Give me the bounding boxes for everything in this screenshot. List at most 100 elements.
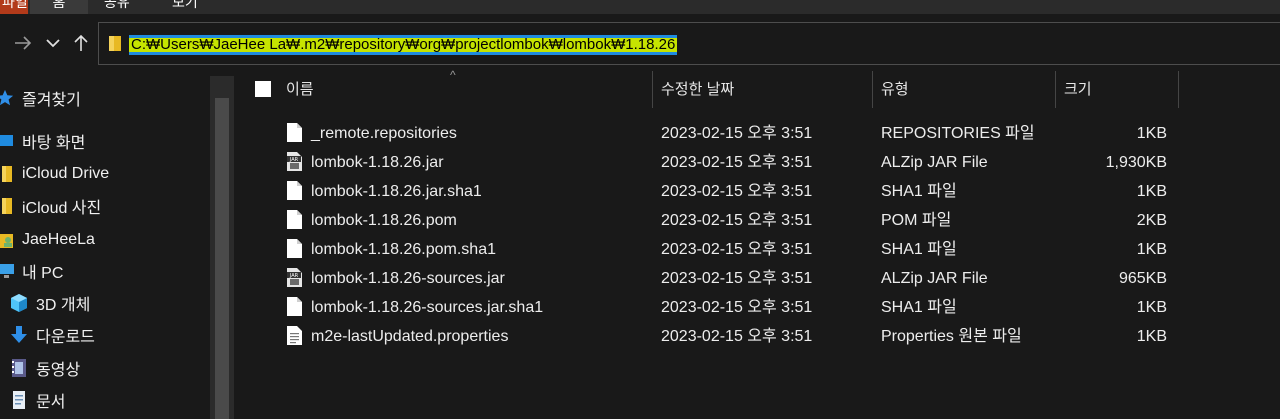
file-row[interactable]: m2e-lastUpdated.properties 2023-02-15 오후… (234, 322, 1280, 351)
file-name: lombok-1.18.26.pom.sha1 (311, 241, 496, 258)
sidebar-item-label: 동영상 (36, 362, 81, 379)
address-bar[interactable]: C:₩Users₩JaeHee La₩.m2₩repository₩org₩pr… (98, 22, 1280, 65)
up-button[interactable] (70, 32, 92, 54)
file-row[interactable]: lombok-1.18.26.pom.sha1 2023-02-15 오후 3:… (234, 235, 1280, 264)
address-path[interactable]: C:₩Users₩JaeHee La₩.m2₩repository₩org₩pr… (129, 35, 678, 55)
sidebar-item-downloads[interactable]: 다운로드 (8, 320, 95, 350)
column-header-size[interactable]: 크기 (1056, 76, 1178, 106)
file-name: lombok-1.18.26-sources.jar.sha1 (311, 299, 544, 316)
file-type: Properties 원본 파일 (881, 328, 1022, 345)
video-icon (8, 357, 30, 379)
star-icon (0, 87, 16, 109)
arrow-up-icon (74, 34, 88, 51)
file-size: 1KB (1136, 125, 1167, 142)
folder-icon (0, 163, 16, 185)
file-rows: _remote.repositories 2023-02-15 오후 3:51 … (234, 119, 1280, 351)
file-name: lombok-1.18.26.pom (311, 212, 457, 229)
blank-file-icon (287, 297, 302, 316)
file-list: ^ 이름 수정한 날짜 유형 크기 _remote.repositories 2… (234, 68, 1280, 419)
file-date: 2023-02-15 오후 3:51 (661, 328, 813, 345)
file-date: 2023-02-15 오후 3:51 (661, 125, 813, 142)
file-type: SHA1 파일 (881, 241, 957, 258)
chevron-down-icon (46, 39, 60, 48)
sidebar-item-label: 즐겨찾기 (22, 92, 81, 109)
file-name: lombok-1.18.26.jar (311, 154, 444, 171)
desktop-icon (0, 130, 16, 152)
file-type: SHA1 파일 (881, 183, 957, 200)
file-name: lombok-1.18.26.jar.sha1 (311, 183, 482, 200)
tab-share[interactable]: 공유 (104, 0, 130, 12)
file-row[interactable]: lombok-1.18.26-sources.jar.sha1 2023-02-… (234, 293, 1280, 322)
file-type: SHA1 파일 (881, 299, 957, 316)
sidebar-scrollbar[interactable] (210, 76, 234, 419)
file-size: 1KB (1136, 241, 1167, 258)
column-header-type[interactable]: 유형 (873, 76, 1055, 106)
sidebar-item-icloud-photos[interactable]: iCloud 사진 (0, 191, 101, 221)
column-divider[interactable] (1178, 71, 1179, 108)
file-size: 1,930KB (1105, 154, 1167, 171)
file-date: 2023-02-15 오후 3:51 (661, 154, 813, 171)
file-size: 1KB (1136, 328, 1167, 345)
file-size: 1KB (1136, 183, 1167, 200)
file-type: POM 파일 (881, 212, 952, 229)
file-type: ALZip JAR File (881, 270, 988, 287)
file-date: 2023-02-15 오후 3:51 (661, 299, 813, 316)
file-date: 2023-02-15 오후 3:51 (661, 241, 813, 258)
ribbon-tabs: 파일 홈 공유 보기 (0, 0, 1280, 14)
sidebar-item-favorites[interactable]: 즐겨찾기 (0, 83, 81, 113)
sidebar-item-desktop[interactable]: 바탕 화면 (0, 126, 85, 156)
sidebar-item-label: 내 PC (22, 265, 64, 282)
sidebar-item-3d-objects[interactable]: 3D 개체 (8, 288, 90, 318)
file-type: ALZip JAR File (881, 154, 988, 171)
sidebar-item-label: 다운로드 (36, 329, 95, 346)
sidebar-item-label: 바탕 화면 (22, 135, 86, 152)
text-file-icon (287, 326, 302, 345)
file-size: 1KB (1136, 299, 1167, 316)
svg-text:JAR: JAR (289, 273, 299, 279)
svg-text:JAR: JAR (289, 157, 299, 163)
user-folder-icon (0, 229, 16, 251)
sidebar-item-jaeheela[interactable]: JaeHeeLa (0, 225, 95, 255)
file-row[interactable]: lombok-1.18.26.pom 2023-02-15 오후 3:51 PO… (234, 206, 1280, 235)
sidebar-item-videos[interactable]: 동영상 (8, 353, 80, 383)
sidebar-item-icloud-drive[interactable]: iCloud Drive (0, 159, 109, 189)
blank-file-icon (287, 123, 302, 142)
sidebar-item-documents[interactable]: 문서 (8, 385, 65, 415)
select-all-checkbox[interactable] (255, 81, 271, 97)
tab-file[interactable]: 파일 (0, 0, 28, 14)
column-header-row: ^ 이름 수정한 날짜 유형 크기 (234, 68, 1280, 108)
blank-file-icon (287, 210, 302, 229)
arrow-right-icon (15, 36, 32, 50)
sidebar-item-label: iCloud Drive (22, 165, 110, 182)
file-size: 965KB (1118, 270, 1167, 287)
file-name: _remote.repositories (311, 125, 457, 142)
sidebar-item-label: JaeHeeLa (22, 231, 95, 248)
sidebar-item-this-pc[interactable]: 내 PC (0, 256, 63, 286)
file-row[interactable]: lombok-1.18.26.jar.sha1 2023-02-15 오후 3:… (234, 177, 1280, 206)
file-name: m2e-lastUpdated.properties (311, 328, 509, 345)
tab-view[interactable]: 보기 (172, 0, 198, 12)
navigation-pane: 즐겨찾기 바탕 화면 iCloud Drive iCloud 사진 JaeHee… (0, 76, 210, 419)
sidebar-item-label: 3D 개체 (36, 297, 91, 314)
forward-button[interactable] (12, 32, 34, 54)
column-header-date[interactable]: 수정한 날짜 (653, 76, 871, 106)
navigation-bar: C:₩Users₩JaeHee La₩.m2₩repository₩org₩pr… (0, 14, 1280, 76)
tab-home[interactable]: 홈 (30, 0, 88, 14)
file-row[interactable]: JAR lombok-1.18.26-sources.jar 2023-02-1… (234, 264, 1280, 293)
file-date: 2023-02-15 오후 3:51 (661, 183, 813, 200)
folder-icon (0, 195, 16, 217)
download-icon (8, 324, 30, 346)
cube-icon (8, 292, 30, 314)
scrollbar-thumb[interactable] (215, 98, 229, 419)
computer-icon (0, 260, 16, 282)
file-row[interactable]: JAR lombok-1.18.26.jar 2023-02-15 오후 3:5… (234, 148, 1280, 177)
jar-file-icon: JAR (287, 152, 302, 171)
recent-locations-button[interactable] (42, 32, 64, 54)
blank-file-icon (287, 181, 302, 200)
file-row[interactable]: _remote.repositories 2023-02-15 오후 3:51 … (234, 119, 1280, 148)
file-date: 2023-02-15 오후 3:51 (661, 270, 813, 287)
folder-icon (109, 36, 121, 51)
sidebar-item-label: iCloud 사진 (22, 200, 102, 217)
file-size: 2KB (1136, 212, 1167, 229)
column-header-name[interactable]: 이름 (278, 76, 652, 106)
